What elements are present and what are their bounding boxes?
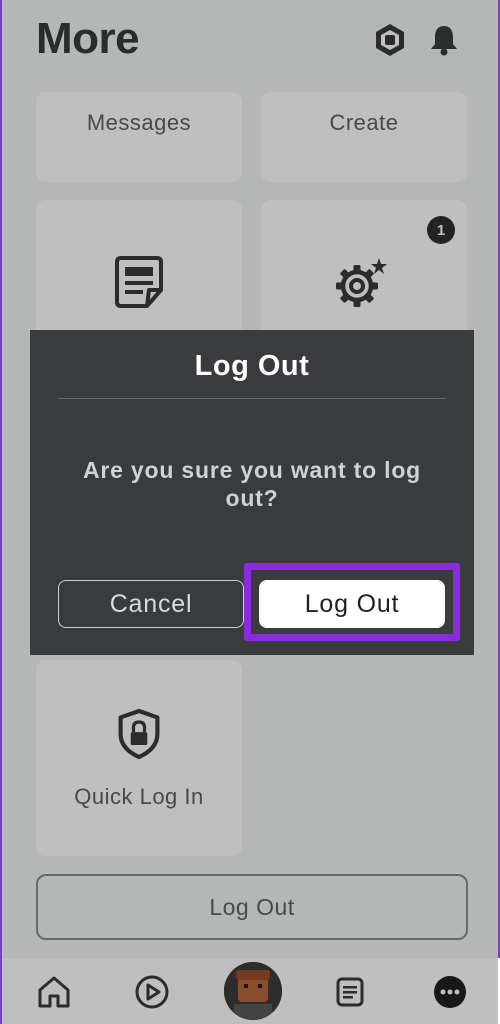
- dialog-message: Are you sure you want to log out?: [82, 457, 422, 511]
- dialog-title: Log Out: [194, 350, 310, 382]
- more-screen: More Messages Create 1 Quick Log In Log …: [2, 0, 500, 1024]
- highlight-frame: [244, 563, 460, 641]
- cancel-button[interactable]: Cancel: [58, 580, 244, 628]
- dialog-divider: [58, 398, 446, 399]
